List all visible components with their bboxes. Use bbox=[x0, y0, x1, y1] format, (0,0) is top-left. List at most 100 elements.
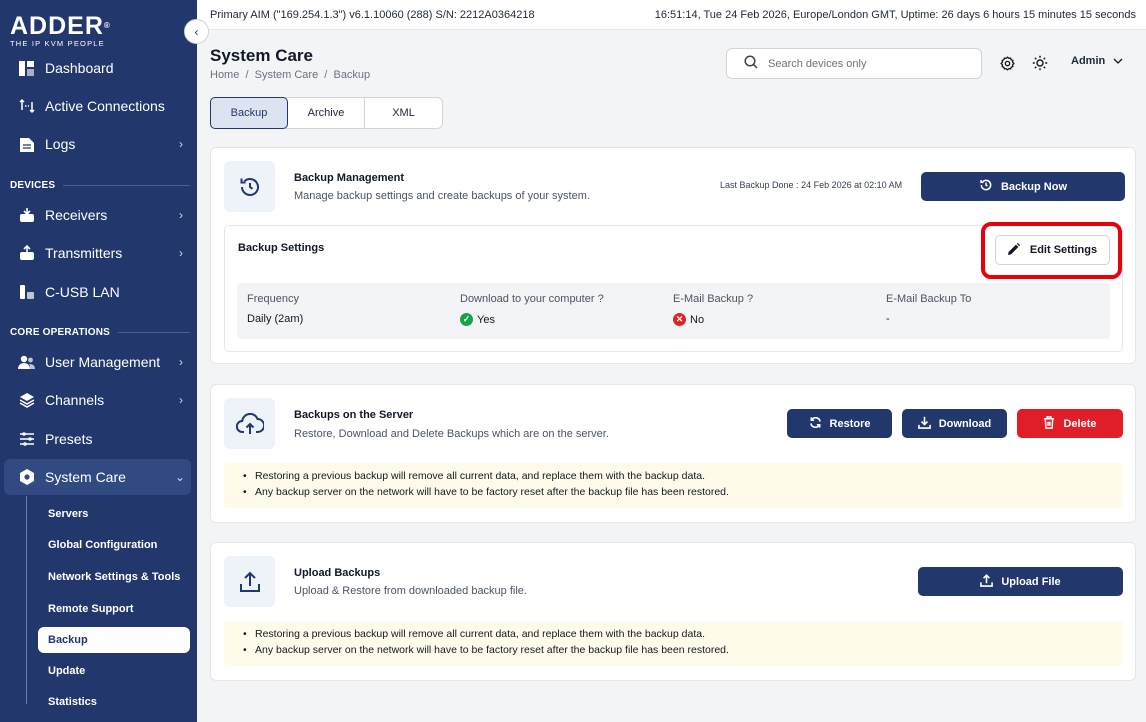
breadcrumb[interactable]: Home / System Care / Backup bbox=[210, 69, 370, 81]
chevron-right-icon: › bbox=[179, 393, 183, 407]
tab-archive[interactable]: Archive bbox=[288, 98, 365, 128]
sidebar: ADDER® THE IP KVM PEOPLE Dashboard Activ… bbox=[0, 0, 197, 722]
backup-history-icon bbox=[979, 178, 993, 195]
settings-summary: Frequency Daily (2am) Download to your c… bbox=[237, 283, 1110, 339]
last-backup-info: Last Backup Done : 24 Feb 2026 at 02:10 … bbox=[720, 180, 902, 190]
system-info: Primary AIM ("169.254.1.3") v6.1.10060 (… bbox=[210, 8, 535, 21]
setting-email-backup: E-Mail Backup ? ✕ No bbox=[673, 293, 753, 326]
chevron-right-icon: › bbox=[179, 137, 183, 151]
card-title: Backups on the Server bbox=[294, 409, 414, 421]
adder-logo[interactable]: ADDER® THE IP KVM PEOPLE bbox=[10, 14, 111, 49]
sidebar-item-transmitters[interactable]: Transmitters › bbox=[0, 235, 197, 271]
tab-backup[interactable]: Backup bbox=[210, 97, 288, 129]
setting-header: Download to your computer ? bbox=[460, 293, 604, 305]
button-label: Delete bbox=[1063, 417, 1097, 430]
sidebar-item-system-care[interactable]: System Care ⌄ bbox=[4, 459, 191, 495]
section-label: CORE OPERATIONS bbox=[10, 327, 111, 338]
transmitter-icon bbox=[18, 245, 35, 262]
button-label: Edit Settings bbox=[1029, 244, 1098, 256]
sidebar-item-receivers[interactable]: Receivers › bbox=[0, 197, 197, 233]
backup-management-card: Backup Management Manage backup settings… bbox=[210, 147, 1136, 364]
section-divider bbox=[118, 332, 190, 333]
logo-tagline: THE IP KVM PEOPLE bbox=[10, 39, 105, 48]
search-box[interactable] bbox=[726, 48, 982, 79]
card-title: Backup Management bbox=[294, 172, 405, 184]
restore-warning-notice: Restoring a previous backup will remove … bbox=[224, 463, 1123, 508]
setting-value: Yes bbox=[477, 313, 495, 326]
sidebar-item-channels[interactable]: Channels › bbox=[0, 382, 197, 418]
chevron-down-icon: ⌄ bbox=[174, 470, 185, 484]
sidebar-item-label: C-USB LAN bbox=[45, 284, 120, 300]
notice-item: Any backup server on the network will ha… bbox=[243, 486, 1123, 498]
button-label: Download bbox=[938, 417, 992, 430]
setting-value: No bbox=[690, 313, 705, 326]
upload-file-button[interactable]: Upload File bbox=[918, 567, 1123, 596]
notice-item: Any backup server on the network will ha… bbox=[243, 644, 1123, 656]
sidebar-item-label: Transmitters bbox=[45, 245, 123, 261]
page-title: System Care bbox=[210, 46, 314, 65]
user-menu[interactable]: Admin bbox=[1071, 55, 1123, 67]
sidebar-item-label: Receivers bbox=[45, 207, 108, 223]
button-label: Backup Now bbox=[1000, 180, 1067, 193]
submenu-item-servers[interactable]: Servers bbox=[38, 501, 190, 527]
trash-icon bbox=[1043, 415, 1055, 432]
theme-toggle-sun-icon[interactable] bbox=[1031, 54, 1049, 72]
setting-header: E-Mail Backup ? bbox=[673, 293, 754, 305]
section-core-operations: CORE OPERATIONS bbox=[10, 327, 190, 338]
chevron-right-icon: › bbox=[179, 246, 183, 260]
section-devices: DEVICES bbox=[10, 180, 190, 191]
button-label: Upload File bbox=[1001, 575, 1061, 588]
upload-backups-card: Upload Backups Upload & Restore from dow… bbox=[210, 542, 1136, 681]
download-icon bbox=[917, 416, 931, 432]
submenu-tree-line bbox=[26, 496, 27, 704]
setting-frequency: Frequency Daily (2am) bbox=[247, 293, 303, 325]
card-title: Upload Backups bbox=[294, 567, 381, 579]
sidebar-item-presets[interactable]: Presets bbox=[0, 421, 197, 457]
gear-icon[interactable] bbox=[998, 54, 1016, 72]
delete-button[interactable]: Delete bbox=[1017, 409, 1123, 438]
backup-now-button[interactable]: Backup Now bbox=[921, 172, 1125, 201]
layers-icon bbox=[18, 392, 35, 409]
last-backup-value: 24 Feb 2026 at 02:10 AM bbox=[801, 180, 903, 190]
submenu-item-global-configuration[interactable]: Global Configuration bbox=[38, 532, 190, 558]
submenu-item-statistics[interactable]: Statistics bbox=[38, 689, 190, 715]
tab-xml[interactable]: XML bbox=[365, 98, 442, 128]
download-button[interactable]: Download bbox=[902, 409, 1007, 438]
section-divider bbox=[63, 185, 190, 186]
setting-download: Download to your computer ? ✓ Yes bbox=[460, 293, 604, 326]
dashboard-icon bbox=[18, 60, 35, 77]
server-backups-card: Backups on the Server Restore, Download … bbox=[210, 384, 1136, 523]
sidebar-item-c-usb-lan[interactable]: C-USB LAN bbox=[0, 274, 197, 310]
sidebar-item-label: Logs bbox=[45, 136, 76, 152]
notice-item: Restoring a previous backup will remove … bbox=[243, 470, 1123, 482]
sidebar-item-active-connections[interactable]: Active Connections bbox=[0, 88, 197, 124]
presets-icon bbox=[18, 431, 35, 448]
pencil-icon bbox=[1007, 242, 1020, 258]
edit-settings-button[interactable]: Edit Settings bbox=[995, 235, 1110, 265]
sidebar-item-user-management[interactable]: User Management › bbox=[0, 344, 197, 380]
submenu-item-network-settings[interactable]: Network Settings & Tools bbox=[38, 564, 190, 590]
last-backup-label: Last Backup Done : bbox=[720, 180, 802, 190]
sidebar-item-label: System Care bbox=[45, 469, 126, 485]
submenu-item-update[interactable]: Update bbox=[38, 658, 190, 684]
system-clock-uptime: 16:51:14, Tue 24 Feb 2026, Europe/London… bbox=[654, 8, 1136, 21]
user-name: Admin bbox=[1071, 55, 1106, 67]
sidebar-item-label: Active Connections bbox=[45, 98, 165, 114]
setting-header: E-Mail Backup To bbox=[886, 293, 972, 305]
card-description: Upload & Restore from downloaded backup … bbox=[294, 585, 527, 597]
submenu-item-backup[interactable]: Backup bbox=[38, 627, 190, 653]
search-input[interactable] bbox=[768, 57, 968, 70]
receiver-icon bbox=[18, 207, 35, 224]
cloud-upload-icon bbox=[224, 398, 275, 449]
chevron-right-icon: › bbox=[179, 355, 183, 369]
section-label: DEVICES bbox=[10, 180, 56, 191]
sidebar-item-label: Dashboard bbox=[45, 60, 114, 76]
collapse-sidebar-button[interactable]: ‹ bbox=[184, 19, 209, 44]
restore-button[interactable]: Restore bbox=[787, 409, 892, 438]
sidebar-item-dashboard[interactable]: Dashboard bbox=[0, 50, 197, 86]
sidebar-item-label: User Management bbox=[45, 354, 161, 370]
upload-icon bbox=[224, 556, 275, 607]
sidebar-item-logs[interactable]: Logs › bbox=[0, 126, 197, 162]
submenu-item-remote-support[interactable]: Remote Support bbox=[38, 596, 190, 622]
backup-history-icon bbox=[224, 161, 275, 212]
